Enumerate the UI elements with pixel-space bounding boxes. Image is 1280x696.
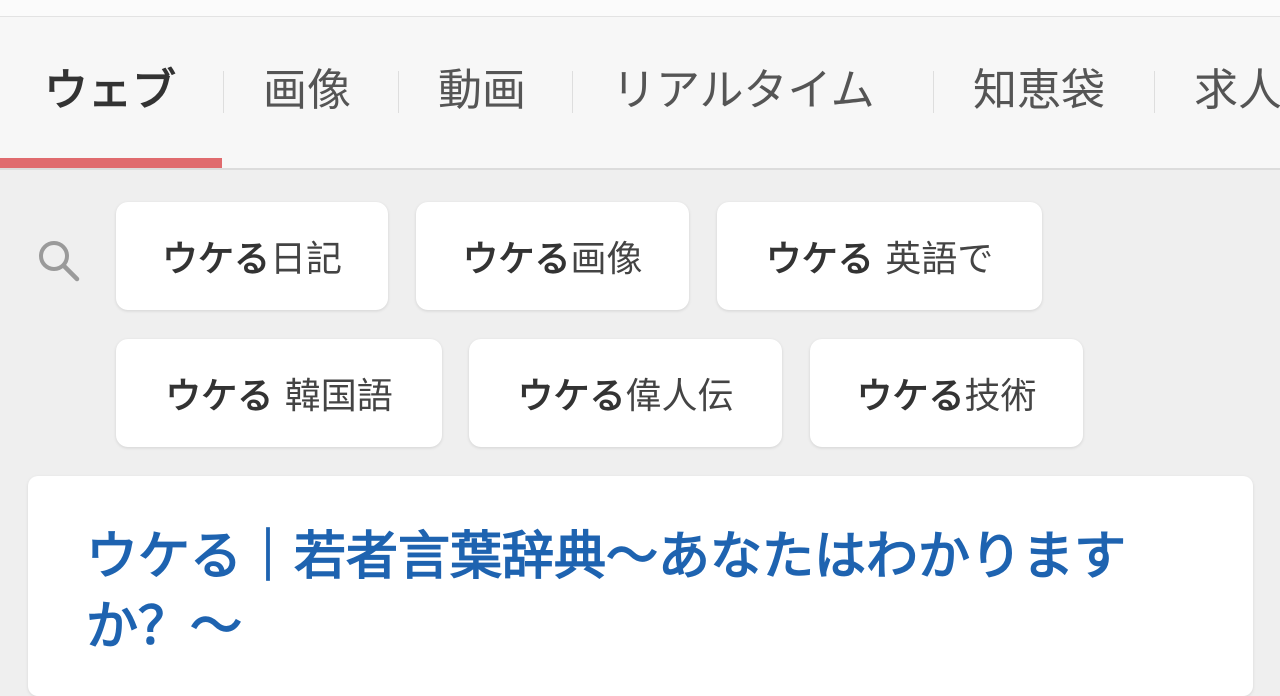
tab-videos[interactable]: 動画 [438,63,526,119]
tab-chiebukuro[interactable]: 知恵袋 [973,63,1105,119]
active-tab-indicator [0,158,222,168]
tab-realtime[interactable]: リアルタイム [612,63,875,119]
chip-suffix: 日記 [270,239,343,280]
chip-query: ウケる [165,376,274,417]
related-search-chip[interactable]: ウケる 画像 [416,202,689,310]
tab-divider [933,71,934,113]
result-title-link[interactable]: ウケる｜若者言葉辞典〜あなたはわかりますか？〜 [86,522,1206,662]
tab-divider [398,71,399,113]
chip-query: ウケる [161,239,270,280]
chip-query: ウケる [517,376,626,417]
tab-divider [1154,71,1155,113]
chip-suffix: 英語で [873,239,994,280]
tab-divider [572,71,573,113]
search-result-card: ウケる｜若者言葉辞典〜あなたはわかりますか？〜 [28,476,1253,696]
related-search-chip[interactable]: ウケる 英語で [717,202,1042,310]
related-search-chip[interactable]: ウケる 日記 [116,202,388,310]
chip-query: ウケる [856,376,965,417]
related-search-chip[interactable]: ウケる 偉人伝 [469,339,782,447]
chip-suffix: 技術 [964,376,1037,417]
related-search-chip[interactable]: ウケる 技術 [810,339,1083,447]
tab-jobs[interactable]: 求人 [1194,63,1280,119]
tab-divider [223,71,224,113]
search-icon [34,236,82,284]
chip-query: ウケる [765,239,874,280]
chip-suffix: 画像 [570,239,643,280]
related-search-chip[interactable]: ウケる 韓国語 [116,339,442,447]
tab-web[interactable]: ウェブ [44,63,176,119]
chip-query: ウケる [462,239,571,280]
search-tabs: ウェブ 画像 動画 リアルタイム 知恵袋 求人 [0,17,1280,170]
chip-suffix: 韓国語 [273,376,393,417]
tab-images[interactable]: 画像 [263,63,351,119]
chip-suffix: 偉人伝 [625,376,734,417]
top-strip [0,0,1280,17]
